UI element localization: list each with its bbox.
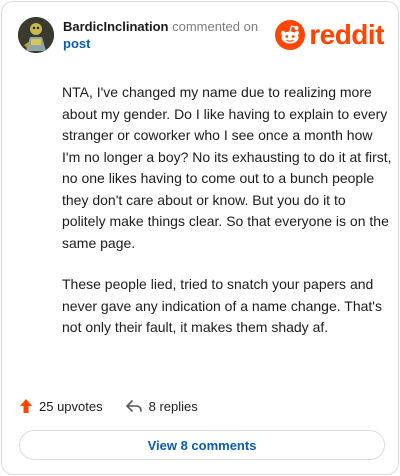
reply-arrow-icon [125,400,142,412]
reply-stat[interactable]: 8 replies [125,399,198,414]
upvote-arrow-icon [20,399,32,413]
comment-body: NTA, I've changed my name due to realizi… [62,82,392,359]
upvote-count: 25 upvotes [39,398,103,414]
action-text: commented on [172,19,259,34]
upvote-stat[interactable]: 25 upvotes [19,398,103,414]
comment-paragraph-1: NTA, I've changed my name due to realizi… [62,84,392,251]
username[interactable]: BardicInclination [63,19,168,34]
post-link[interactable]: post [63,36,90,51]
view-comments-button[interactable]: View 8 comments [19,430,385,460]
comment-header: BardicInclination commented on post redd… [18,15,384,55]
reddit-snoo-icon [275,20,306,50]
comment-stats: 25 upvotes 8 replies [19,396,220,416]
reddit-logo[interactable]: reddit [275,19,384,51]
avatar[interactable] [18,17,54,53]
comment-paragraph-2: These people lied, tried to snatch your … [62,276,382,335]
comment-meta: BardicInclination commented on post [63,18,258,52]
avatar-image [18,17,54,53]
reply-count: 8 replies [148,398,198,414]
comment-card: BardicInclination commented on post redd… [1,1,399,475]
brand-wordmark: reddit [309,19,384,50]
